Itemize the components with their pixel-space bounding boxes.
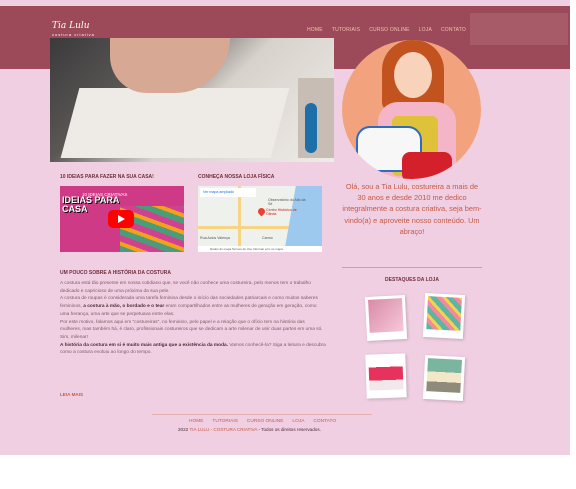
play-icon[interactable] [108,210,134,228]
map-footer: Dados do mapa Termos de Uso Informar err… [198,246,322,252]
video-embed[interactable]: IDEIAS PARA CASA 10 IDEIAS CRIATIVAS [60,186,184,252]
nav-home[interactable]: HOME [307,27,323,33]
nav-contato[interactable]: CONTATO [441,27,466,33]
history-paragraph: A costura de roupas é considerada uma ta… [60,296,318,317]
nav-loja[interactable]: LOJA [419,27,432,33]
history-paragraph: A costura está tão presente em nossa cot… [60,281,311,294]
map-pin-icon [256,206,267,217]
video-section-title: 10 IDEIAS PARA FAZER NA SUA CASA! [60,174,154,180]
copyright-rights: - Todos os direitos reservados. [258,427,321,432]
nav-curso-online[interactable]: CURSO ONLINE [369,27,409,33]
map-embed[interactable]: Ver mapa ampliado Centro Histórico de Ol… [198,186,322,252]
divider [152,414,372,415]
hero-image [50,38,334,162]
logo-title: Tia Lulu [52,21,90,31]
main-nav: HOME TUTORIAIS CURSO ONLINE LOJA CONTATO [307,27,466,33]
product-thumbnail[interactable] [364,294,408,342]
about-text: Olá, sou a Tia Lulu, costureira a mais d… [342,182,482,236]
map-place-label: Centro Histórico de Olinda [266,208,297,217]
footer-nav-curso-online[interactable]: CURSO ONLINE [247,419,284,424]
highlights-title: DESTAQUES DA LOJA [385,277,439,283]
copyright-year: 2022 [178,427,189,432]
divider [342,267,482,268]
history-paragraph: A história da costura em si é muito mais… [60,342,326,356]
map-enlarge-link[interactable]: Ver mapa ampliado [200,188,256,197]
footer-nav-contato[interactable]: CONTATO [313,419,336,424]
history-text: A costura está tão presente em nossa cot… [60,280,326,357]
logo-subtitle: costura criativa [52,32,95,37]
video-channel-title: 10 IDEIAS CRIATIVAS [82,192,128,197]
store-section-title: CONHEÇA NOSSA LOJA FÍSICA [198,174,275,180]
footer-nav-loja[interactable]: LOJA [292,419,304,424]
product-thumbnail[interactable] [365,353,407,399]
product-thumbnail[interactable] [422,354,466,402]
nav-tutoriais[interactable]: TUTORIAIS [332,27,360,33]
copyright-brand[interactable]: TIA LULU - COSTURA CRIATIVA [189,427,257,432]
map-label: Observatório do Alto da Sé [268,198,306,207]
logo[interactable]: Tia Lulu costura criativa [52,21,95,37]
footer-nav-tutoriais[interactable]: TUTORIAIS [212,419,238,424]
footer-nav: HOME TUTORIAIS CURSO ONLINE LOJA CONTATO [189,419,336,424]
history-section-title: UM POUCO SOBRE A HISTÓRIA DA COSTURA [60,270,171,276]
read-more-link[interactable]: LEIA MAIS [60,392,83,397]
tia-lulu-avatar [342,40,481,179]
copyright: 2022 TIA LULU - COSTURA CRIATIVA - Todos… [178,427,321,432]
map-label: Rua Acios Valença [200,236,230,240]
product-thumbnail[interactable] [422,292,466,340]
history-paragraph: Por este motivo, falamos aqui em "costur… [60,319,323,340]
map-label: Carmo [262,236,273,240]
header-overlay [470,13,568,45]
footer-nav-home[interactable]: HOME [189,419,203,424]
